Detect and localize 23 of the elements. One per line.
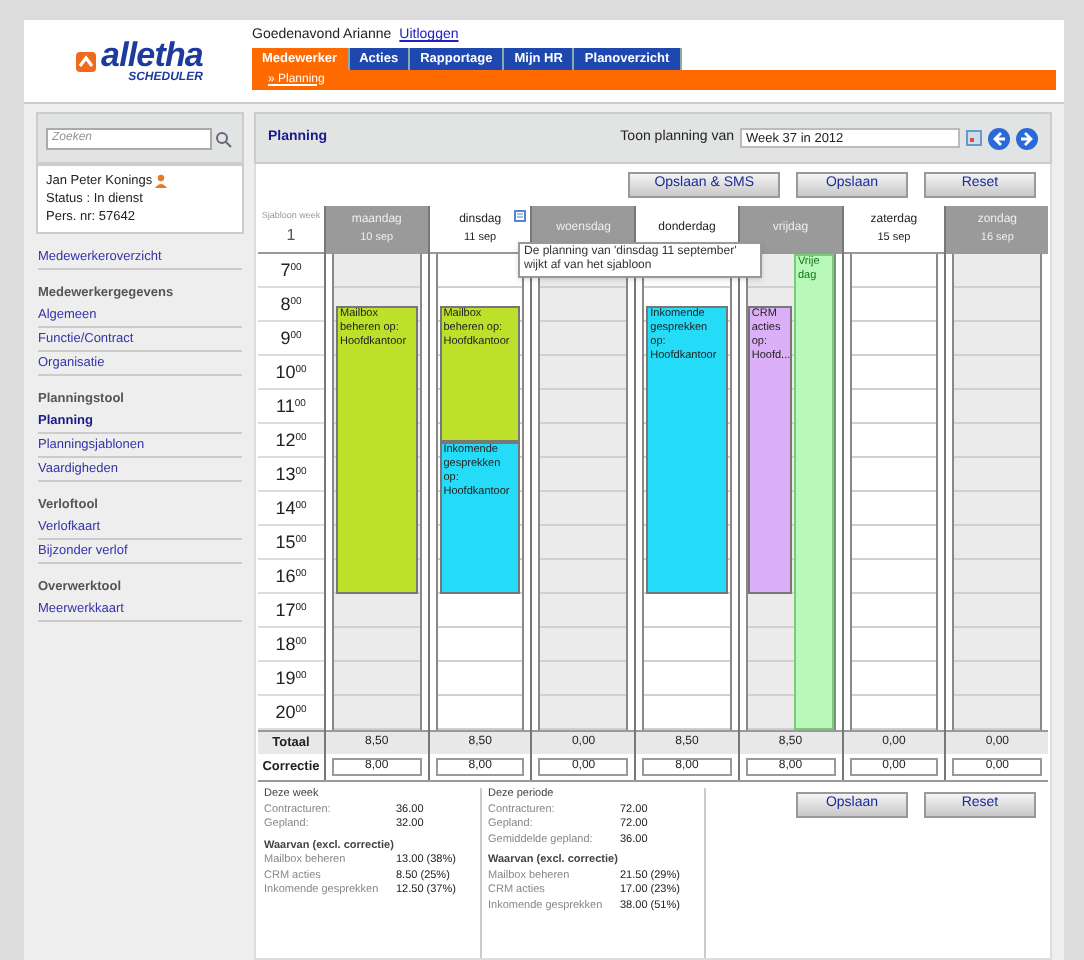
hour-label: 9$^{00}$ xyxy=(280,329,302,347)
hour-label: 7$^{00}$ xyxy=(280,261,302,279)
calendar-icon[interactable] xyxy=(966,130,982,146)
logo-icon xyxy=(73,49,98,73)
hour-label: 11$^{00}$ xyxy=(276,397,306,415)
next-week-icon[interactable] xyxy=(1016,127,1038,149)
search-icon[interactable] xyxy=(214,129,234,147)
hour-label: 16$^{00}$ xyxy=(275,567,307,585)
template-week-number: 1 xyxy=(286,223,296,248)
hour-label: 19$^{00}$ xyxy=(275,669,307,687)
hour-label: 12$^{00}$ xyxy=(275,431,307,449)
hour-label: 10$^{00}$ xyxy=(275,363,307,381)
hour-label: 20$^{00}$ xyxy=(275,703,307,721)
hour-label: 8$^{00}$ xyxy=(280,295,302,313)
hour-label: 18$^{00}$ xyxy=(275,635,307,653)
hour-label: 14$^{00}$ xyxy=(275,499,307,517)
previous-week-icon[interactable] xyxy=(988,127,1010,149)
hour-label: 17$^{00}$ xyxy=(275,601,307,619)
document-icon[interactable] xyxy=(514,210,527,222)
hour-label: 13$^{00}$ xyxy=(275,465,307,483)
logo-text: alletha xyxy=(101,38,203,72)
hour-label: 15$^{00}$ xyxy=(275,533,307,551)
person-icon xyxy=(154,174,169,188)
